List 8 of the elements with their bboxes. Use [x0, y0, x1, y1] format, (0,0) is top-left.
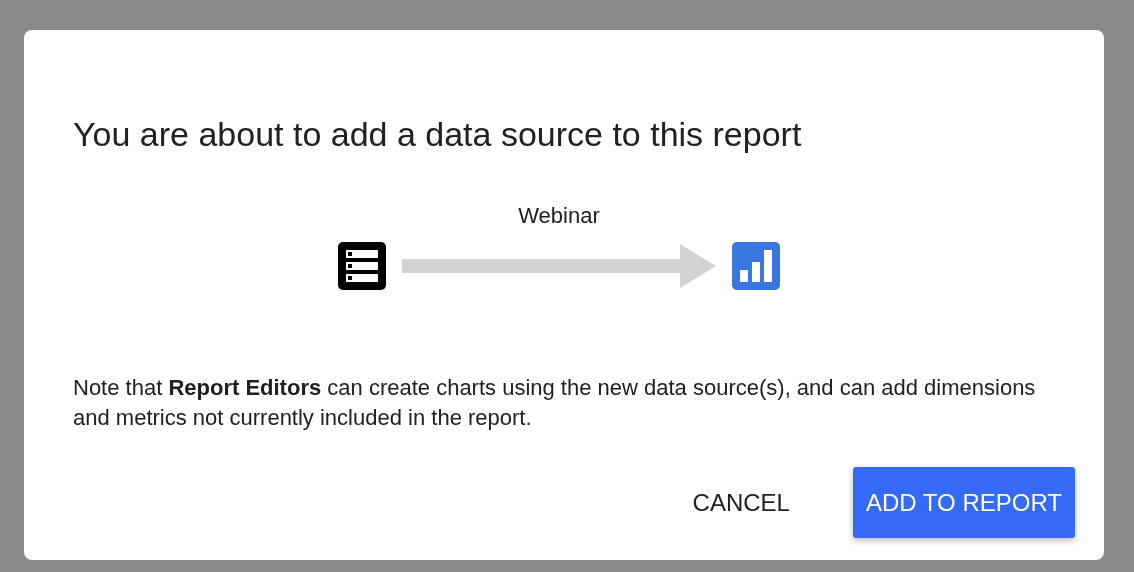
bar-chart-icon — [732, 242, 780, 290]
dialog-title: You are about to add a data source to this report — [73, 114, 803, 154]
data-source-icon — [338, 242, 386, 290]
cancel-button[interactable]: CANCEL — [679, 467, 803, 538]
arrow-icon — [402, 244, 716, 288]
add-to-report-button[interactable]: ADD TO REPORT — [852, 467, 1075, 538]
note-text: Note that Report Editors can create charts using the new data source(s), and can add dimensions and metrics not currently included in the report. — [73, 374, 1037, 432]
source-name: Webinar — [518, 202, 600, 230]
